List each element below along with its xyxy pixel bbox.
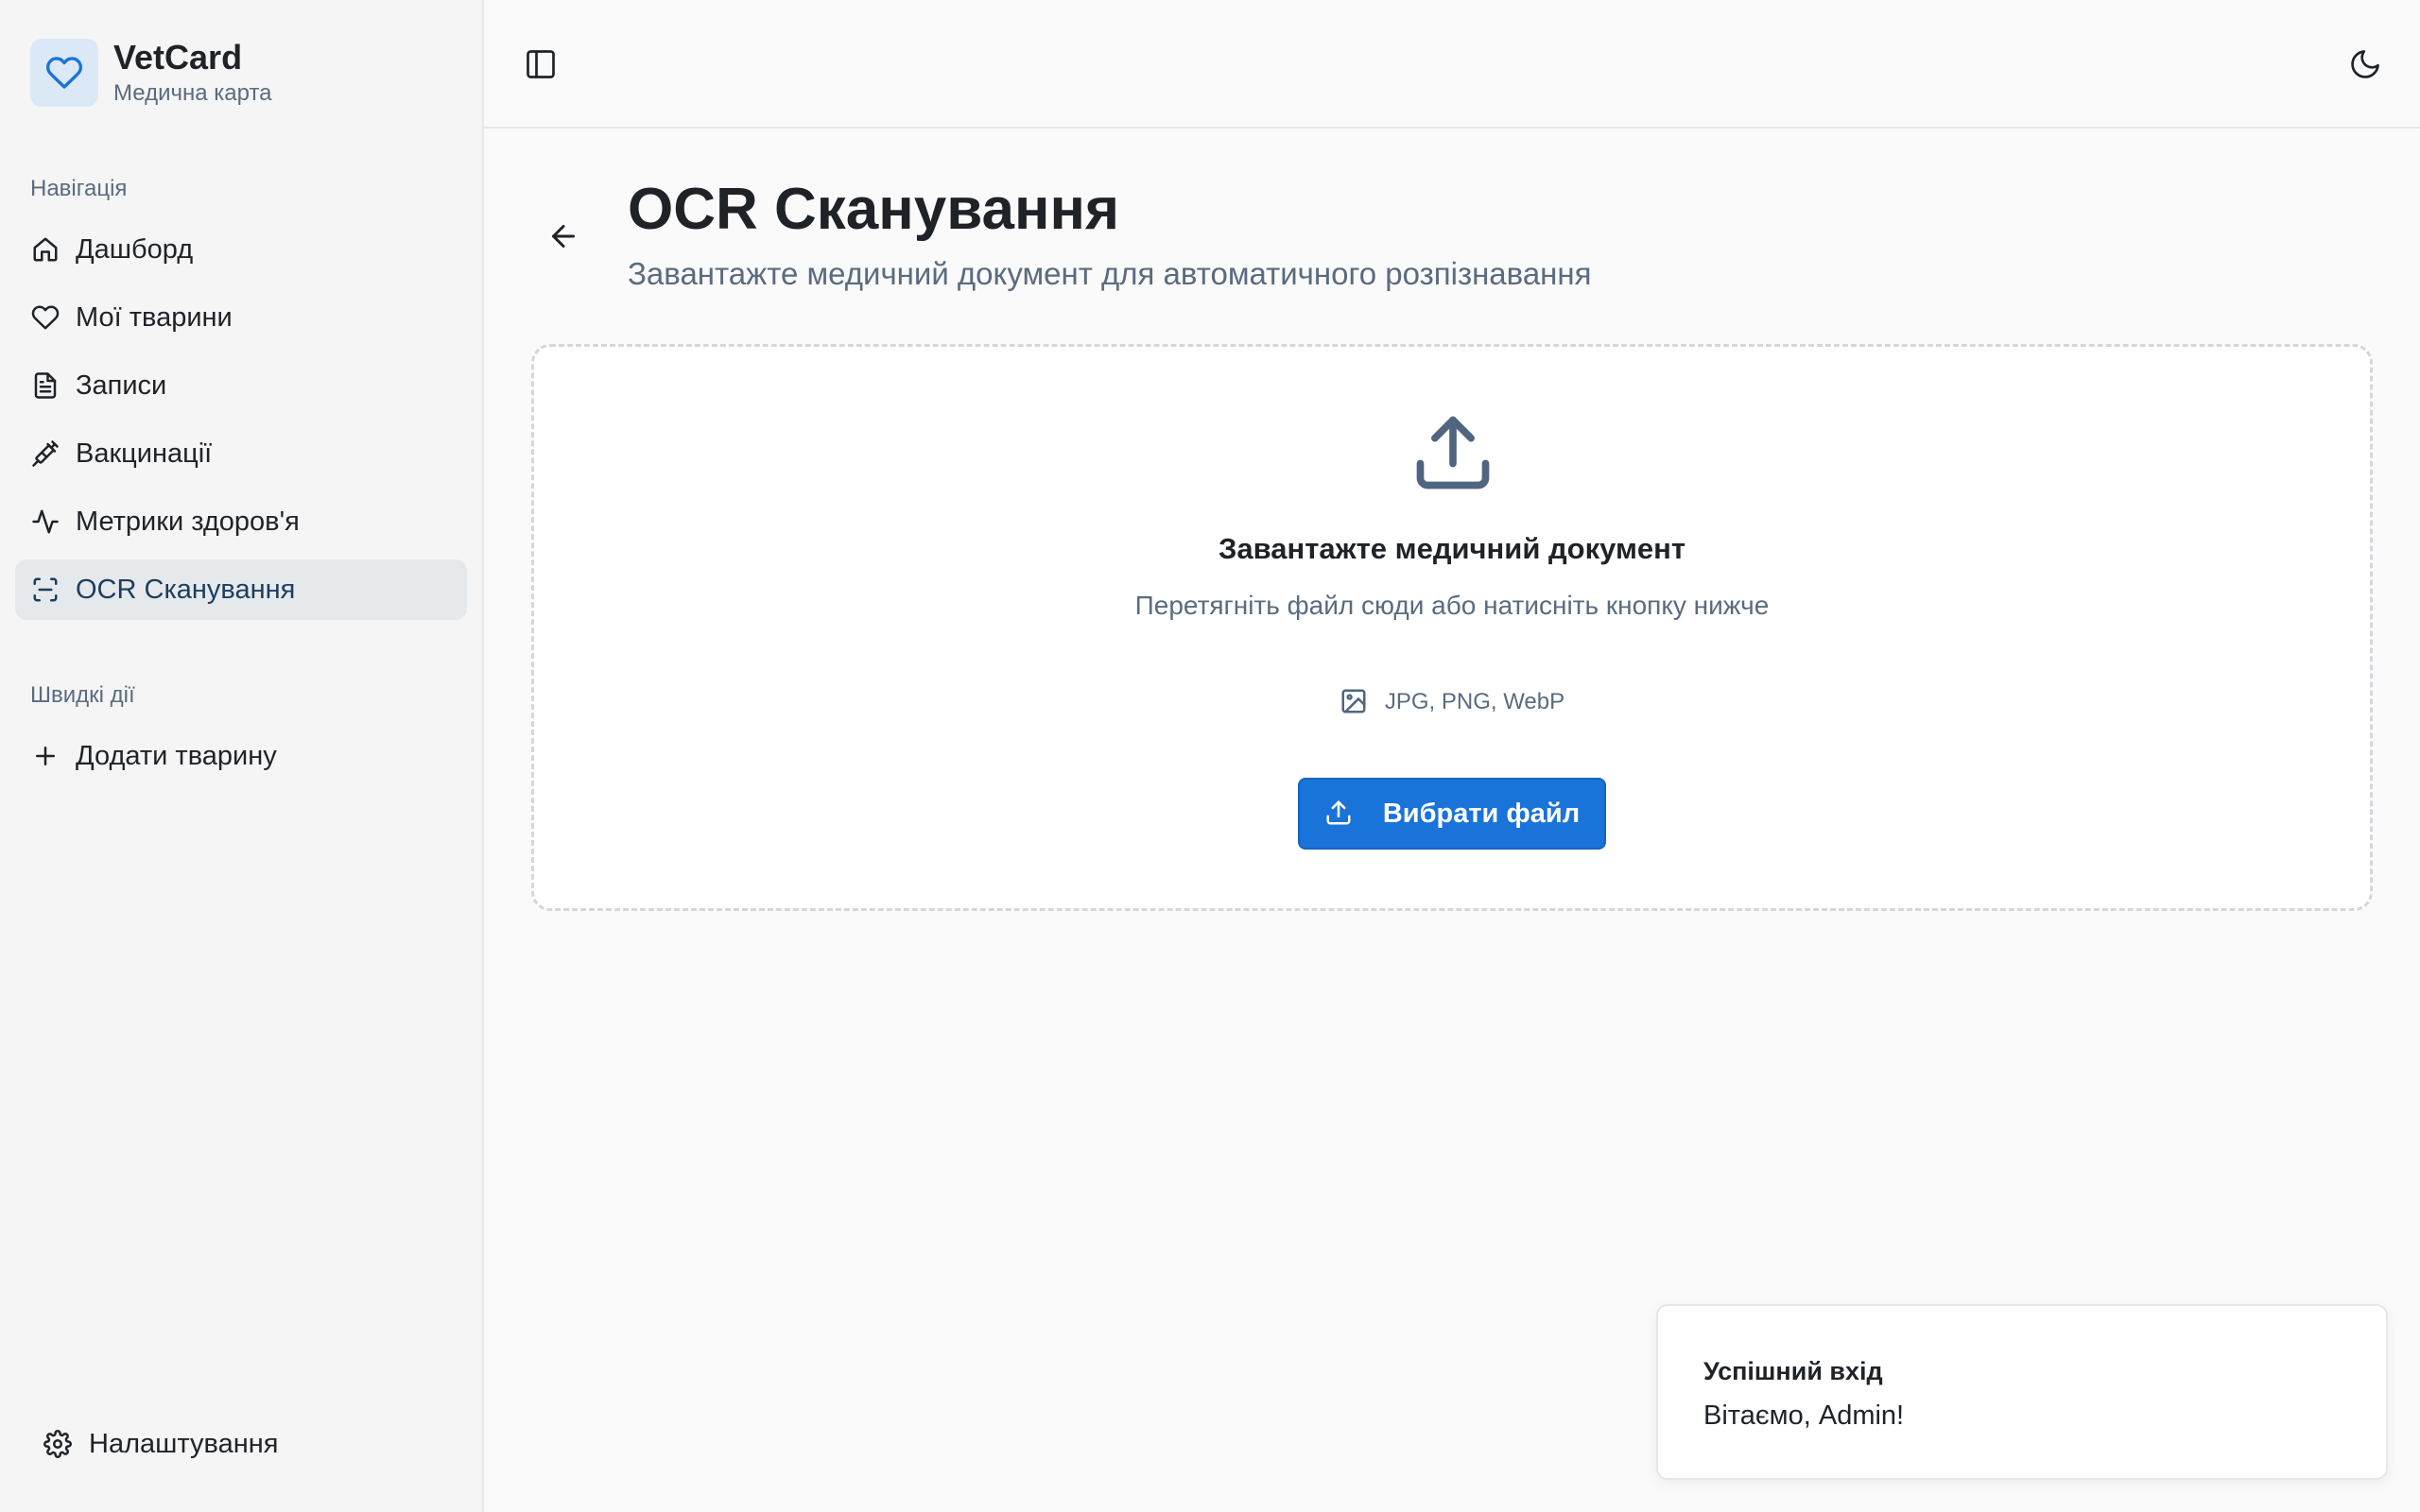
sidebar-item-label: Дашборд	[76, 233, 194, 265]
page-title: OCR Сканування	[628, 177, 1120, 242]
sidebar-item-health-metrics[interactable]: Метрики здоров'я	[15, 491, 467, 552]
sidebar-toggle-icon[interactable]	[524, 47, 558, 81]
main-nav: Дашборд Мої тварини Записи Вакцинації Ме…	[15, 219, 467, 627]
toast-message: Вітаємо, Admin!	[1703, 1400, 1905, 1431]
activity-icon	[30, 507, 60, 537]
sidebar-item-records[interactable]: Записи	[15, 355, 467, 416]
file-text-icon	[30, 370, 60, 401]
quick-actions: Додати тварину	[15, 726, 467, 794]
back-arrow-icon[interactable]	[546, 219, 580, 253]
upload-dropzone[interactable]: Завантажте медичний документ Перетягніть…	[531, 344, 2373, 911]
topbar	[484, 0, 2420, 129]
sidebar-item-dashboard[interactable]: Дашборд	[15, 219, 467, 280]
settings-button[interactable]: Налаштування	[43, 1429, 278, 1460]
moon-icon[interactable]	[2348, 47, 2382, 81]
sidebar-item-ocr-scan[interactable]: OCR Сканування	[15, 559, 467, 620]
upload-icon	[1409, 409, 1496, 496]
brand[interactable]: VetCard Медична карта	[30, 38, 272, 108]
sidebar-item-label: Мої тварини	[76, 301, 233, 333]
supported-formats: JPG, PNG, WebP	[534, 687, 2370, 717]
sidebar-item-label: Записи	[76, 369, 167, 401]
heart-icon	[30, 302, 60, 333]
add-animal-button[interactable]: Додати тварину	[15, 726, 467, 786]
upload-hint: Перетягніть файл сюди або натисніть кноп…	[1134, 591, 1770, 620]
brand-title: VetCard	[113, 38, 243, 77]
upload-icon	[1324, 799, 1355, 829]
choose-file-label: Вибрати файл	[1382, 798, 1581, 829]
sidebar-item-my-animals[interactable]: Мої тварини	[15, 287, 467, 348]
sidebar-item-vaccinations[interactable]: Вакцинації	[15, 423, 467, 484]
sidebar: VetCard Медична карта Навігація Дашборд …	[0, 0, 484, 1512]
gear-icon	[43, 1429, 74, 1460]
sidebar-item-label: Метрики здоров'я	[76, 506, 300, 537]
page-subtitle: Завантажте медичний документ для автомат…	[628, 256, 1592, 291]
syringe-icon	[30, 438, 60, 469]
brand-subtitle: Медична карта	[113, 80, 272, 106]
quick-item-label: Додати тварину	[76, 740, 277, 771]
sidebar-item-label: Вакцинації	[76, 438, 213, 469]
choose-file-button[interactable]: Вибрати файл	[1298, 778, 1606, 850]
plus-icon	[30, 741, 60, 771]
scan-icon	[30, 575, 60, 605]
upload-title: Завантажте медичний документ	[1218, 532, 1686, 565]
toast-notification[interactable]: Успішний вхід Вітаємо, Admin!	[1656, 1304, 2388, 1480]
image-icon	[1340, 687, 1370, 717]
heart-icon	[30, 39, 98, 107]
sidebar-item-label: OCR Сканування	[76, 574, 296, 605]
quick-actions-label: Швидкі дії	[30, 682, 135, 708]
formats-label: JPG, PNG, WebP	[1384, 689, 1565, 714]
nav-section-label: Навігація	[30, 176, 128, 201]
home-icon	[30, 234, 60, 265]
settings-label: Налаштування	[89, 1429, 279, 1459]
toast-title: Успішний вхід	[1703, 1357, 1883, 1385]
